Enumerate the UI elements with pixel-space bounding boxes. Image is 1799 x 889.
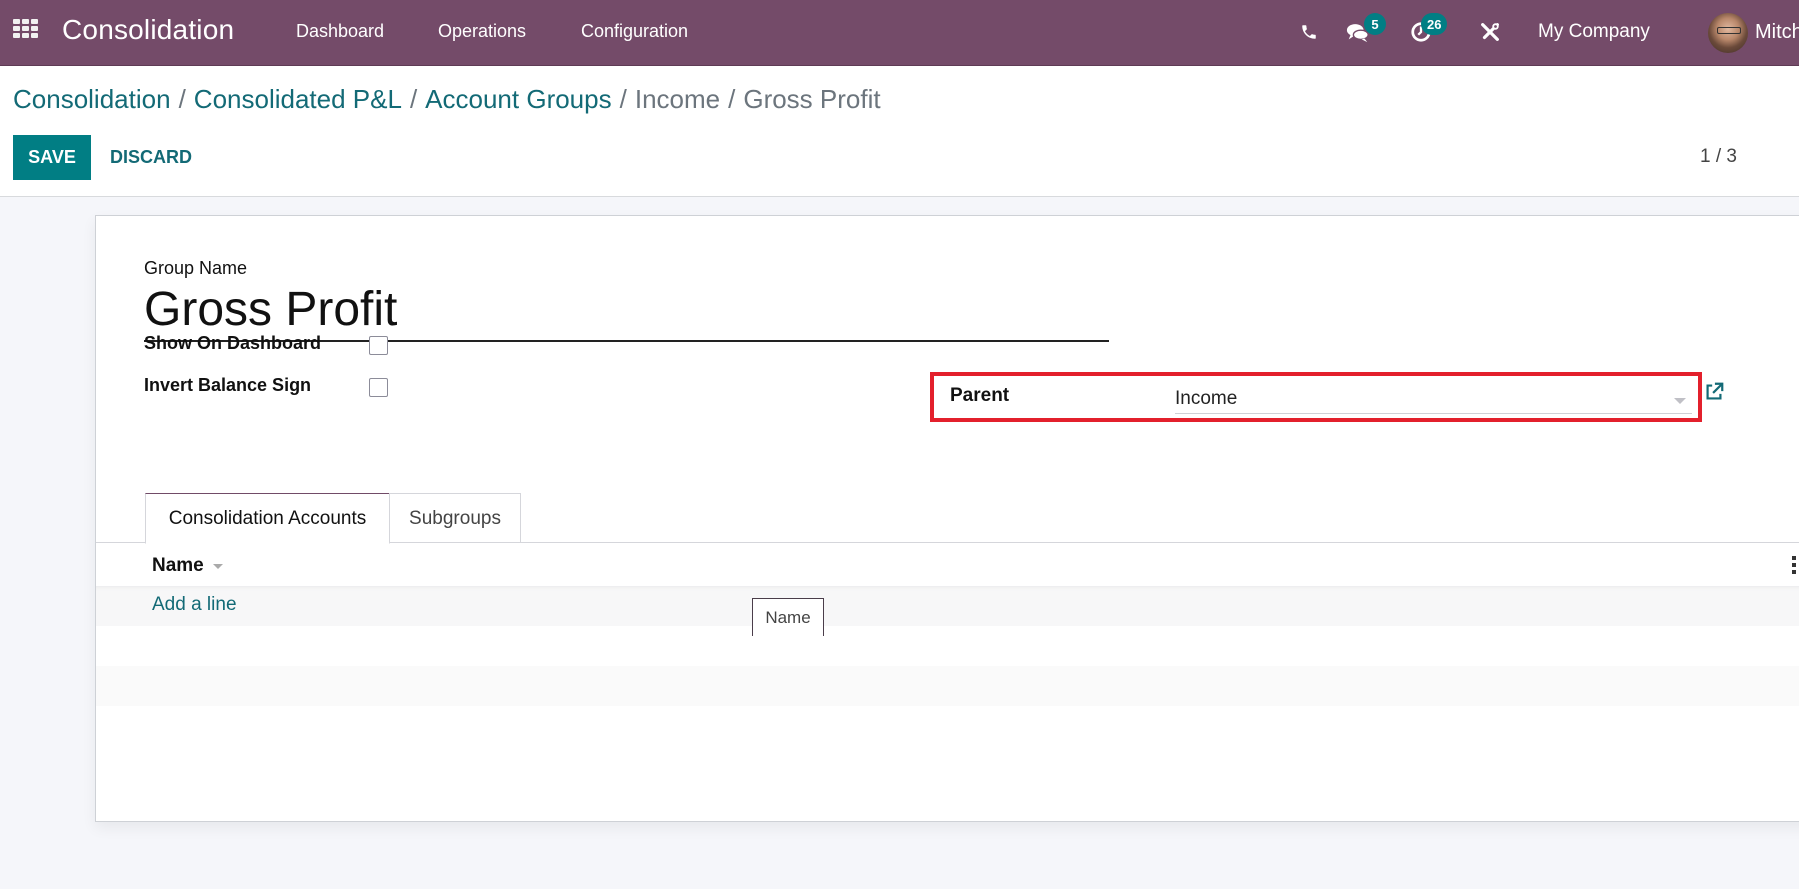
user-avatar[interactable] (1708, 13, 1748, 53)
menu-dashboard[interactable]: Dashboard (296, 21, 384, 42)
pager-value[interactable]: 1 / 3 (1700, 146, 1737, 168)
top-navbar: Consolidation Dashboard Operations Confi… (0, 0, 1799, 66)
user-menu[interactable]: Mitch (1755, 21, 1799, 44)
empty-row (96, 666, 1799, 706)
add-a-line-link[interactable]: Add a line (152, 594, 237, 616)
optional-columns-icon[interactable] (1792, 556, 1796, 574)
tab-consolidation-accounts[interactable]: Consolidation Accounts (145, 493, 390, 544)
breadcrumb: Consolidation / Consolidated P&L / Account G… (13, 84, 881, 115)
breadcrumb-separator: / (728, 84, 736, 114)
breadcrumb-separator: / (178, 84, 186, 114)
column-tooltip: Name (752, 598, 824, 636)
empty-row (96, 626, 1799, 666)
phone-icon[interactable] (1297, 20, 1321, 44)
external-link-icon[interactable] (1703, 381, 1725, 403)
breadcrumb-separator: / (619, 84, 627, 114)
parent-highlight-box: Parent Income (930, 372, 1702, 422)
tools-icon[interactable] (1478, 20, 1502, 44)
column-header-name[interactable]: Name (152, 555, 204, 577)
breadcrumb-consolidated-pl[interactable]: Consolidated P&L (194, 84, 402, 114)
parent-value: Income (1175, 388, 1238, 409)
form-sheet: Group Name Show On Dashboard Invert Bala… (95, 215, 1799, 822)
list-header: Name (96, 544, 1799, 586)
chevron-down-icon[interactable] (1674, 398, 1686, 404)
notebook-tabs: Consolidation Accounts Subgroups (96, 493, 1799, 544)
show-on-dashboard-checkbox[interactable] (369, 336, 388, 355)
menu-configuration[interactable]: Configuration (581, 21, 688, 42)
apps-grid-icon[interactable] (13, 19, 39, 39)
invert-balance-sign-label: Invert Balance Sign (144, 375, 312, 395)
add-line-row: Add a line (96, 586, 1799, 626)
control-panel: Consolidation / Consolidated P&L / Account G… (0, 66, 1799, 197)
menu-operations[interactable]: Operations (438, 21, 526, 42)
save-button[interactable]: SAVE (13, 135, 91, 180)
breadcrumb-income: Income (634, 84, 721, 114)
parent-label: Parent (950, 385, 1010, 406)
discard-button[interactable]: DISCARD (110, 135, 192, 180)
messages-count-badge: 5 (1364, 13, 1386, 35)
breadcrumb-consolidation[interactable]: Consolidation (13, 84, 171, 114)
company-switcher[interactable]: My Company (1538, 21, 1650, 43)
parent-field[interactable]: Income (1175, 384, 1692, 414)
group-name-label: Group Name (144, 258, 248, 278)
breadcrumb-current: Gross Profit (743, 84, 881, 114)
tab-subgroups[interactable]: Subgroups (389, 493, 521, 543)
show-on-dashboard-label: Show On Dashboard (144, 333, 322, 353)
breadcrumb-separator: / (409, 84, 418, 114)
activities-count-badge: 26 (1421, 13, 1448, 35)
breadcrumb-account-groups[interactable]: Account Groups (425, 84, 611, 114)
sort-caret-icon (213, 564, 223, 569)
app-brand[interactable]: Consolidation (62, 14, 234, 46)
invert-balance-sign-checkbox[interactable] (369, 378, 388, 397)
